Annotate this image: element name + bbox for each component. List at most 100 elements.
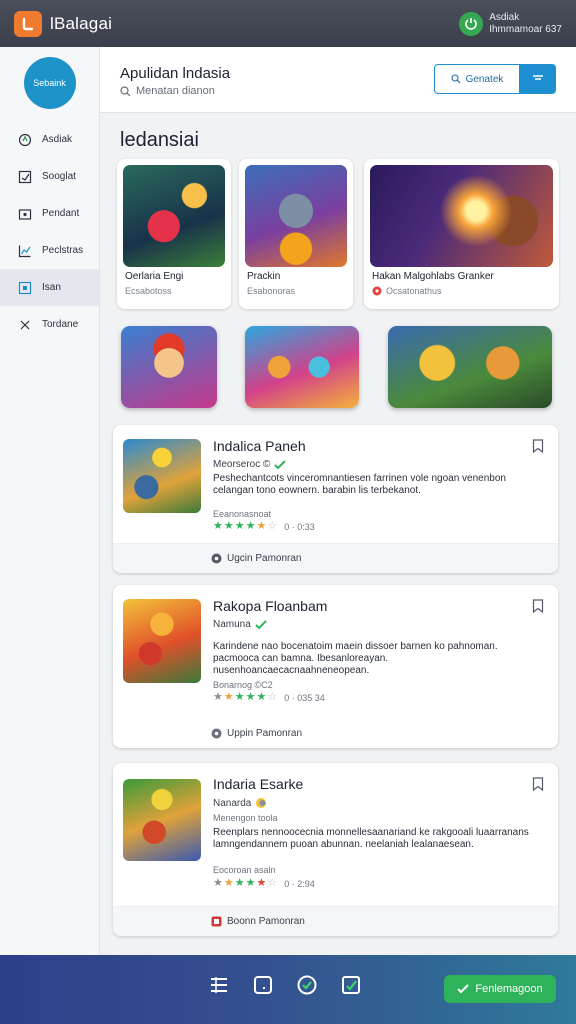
location-icon	[211, 728, 222, 738]
featured-tile[interactable]: Hakan Malgohlabs Granker Ocsatonathus	[364, 159, 559, 309]
game-artwork	[370, 165, 553, 267]
chart-icon	[18, 245, 31, 257]
game-artwork[interactable]	[121, 326, 217, 408]
footer-text: Uppin Pamonran	[227, 727, 303, 739]
tile-meta: Ocsatonathus	[372, 286, 442, 296]
search-hint-text: Menatan dianon	[136, 85, 215, 97]
search-icon	[451, 74, 460, 84]
card-footer[interactable]: Ugcin Pamonran	[113, 543, 558, 573]
sidebar-avatar[interactable]: Sebaink	[23, 57, 76, 109]
user-menu[interactable]: Asdiak Ihmmamoar 637	[459, 11, 562, 36]
tile-name: Prackin	[247, 271, 281, 282]
bottom-bar: Fenlemagoon	[0, 955, 576, 1024]
check-icon	[457, 984, 470, 994]
app-developer-text: Namuna	[213, 619, 251, 630]
grid-icon	[18, 281, 32, 294]
game-artwork	[123, 165, 225, 267]
app-rating: ★ ★ ★ ★ ★ ☆ 0 · 2:94	[213, 877, 315, 889]
section-title: ledansiai	[120, 129, 199, 151]
menu-icon	[533, 75, 543, 80]
app-thumbnail	[123, 439, 201, 513]
search-button[interactable]: Genatek	[434, 64, 520, 94]
game-artwork[interactable]	[388, 326, 552, 408]
edit-box-icon	[18, 170, 32, 183]
user-status-icon	[459, 11, 484, 36]
close-icon	[20, 320, 30, 329]
edit-check-icon[interactable]	[340, 974, 362, 996]
app-developer: Nanarda	[213, 797, 267, 809]
sidebar-item-peclstras[interactable]: Peclstras	[0, 232, 99, 269]
card-footer[interactable]: Uppin Pamonran	[113, 718, 558, 748]
tile-meta-text: Ocsatonathus	[386, 286, 442, 296]
app-tag: Menengon toola	[213, 813, 278, 823]
menu-button[interactable]	[520, 64, 556, 94]
sidebar-item-label: Asdiak	[42, 134, 73, 145]
verified-icon	[274, 459, 287, 469]
search-icon	[120, 85, 131, 96]
footer-text: Boonn Pamonran	[227, 916, 305, 927]
app-description: Reenplars nennoocecnia monnellesaanarian…	[213, 827, 529, 850]
rating-text: 0 · 2:94	[284, 878, 315, 889]
app-thumbnail	[123, 599, 201, 683]
app-tag: Eeanonasnoat	[213, 509, 272, 519]
search-hint[interactable]: Menatan dianon	[120, 85, 215, 97]
page-header: Apulidan lndasia Menatan dianon Genatek	[100, 47, 576, 113]
sidebar-item-asdiak[interactable]: Asdiak	[0, 121, 99, 158]
flag-icon	[211, 916, 222, 927]
app-developer: Namuna	[213, 619, 267, 630]
game-artwork[interactable]	[245, 326, 359, 408]
info-icon	[211, 553, 222, 564]
sidebar-item-sooglat[interactable]: Sooglat	[0, 158, 99, 195]
app-developer-text: Nanarda	[213, 797, 252, 809]
app-title: lBalagai	[50, 13, 113, 33]
sidebar-item-pendant[interactable]: Pendant	[0, 195, 99, 232]
tile-meta: Esabonoras	[247, 286, 296, 296]
app-description: Karindene nao bocenatoim maein dissoer b…	[213, 641, 498, 676]
sidebar-item-tordane[interactable]: Tordane	[0, 306, 99, 343]
window-icon[interactable]	[252, 974, 274, 996]
app-card[interactable]: Indaria Esarke Nanarda Menengon toola Re…	[113, 763, 558, 936]
app-card[interactable]: Rakopa Floanbam Namuna Karindene nao boc…	[113, 585, 558, 748]
app-developer-text: Meorseroc ©	[213, 459, 271, 470]
footer-text: Ugcin Pamonran	[227, 553, 302, 564]
page-title: Apulidan lndasia	[120, 65, 231, 82]
bookmark-icon[interactable]	[532, 777, 544, 796]
app-tag-secondary: Eocoroan asaln	[213, 865, 276, 875]
submit-button-label: Fenlemagoon	[475, 983, 543, 995]
app-card[interactable]: Indalica Paneh Meorseroc © Peshechantcot…	[113, 425, 558, 573]
submit-button[interactable]: Fenlemagoon	[444, 975, 556, 1003]
main-content: Apulidan lndasia Menatan dianon Genatek …	[100, 47, 576, 955]
user-name: Asdiak	[489, 11, 520, 23]
list-icon[interactable]	[208, 974, 230, 996]
app-title: Indaria Esarke	[213, 776, 304, 792]
app-title: Indalica Paneh	[213, 438, 306, 454]
tile-name: Hakan Malgohlabs Granker	[372, 271, 494, 282]
badge-icon	[256, 798, 267, 808]
app-description: Peshechantcots vinceromnantiesen farrine…	[213, 473, 506, 496]
app-developer: Meorseroc ©	[213, 459, 287, 470]
sidebar-item-isan[interactable]: Isan	[0, 269, 99, 306]
bookmark-icon[interactable]	[532, 599, 544, 618]
tile-name: Oerlaria Engi	[125, 271, 184, 282]
game-artwork	[245, 165, 347, 267]
app-logo-icon[interactable]	[14, 10, 42, 37]
sidebar: Sebaink Asdiak Sooglat Pendant Peclstras…	[0, 47, 100, 955]
app-rating: ★ ★ ★ ★ ★ ☆ 0 · 035 34	[213, 691, 325, 703]
app-rating: ★ ★ ★ ★ ★ ☆ 0 · 0:33	[213, 520, 315, 532]
featured-tile[interactable]: Oerlaria Engi Ecsabotoss	[117, 159, 231, 309]
verified-icon	[255, 619, 267, 629]
check-circle-icon[interactable]	[296, 974, 318, 996]
card-footer[interactable]: Boonn Pamonran	[113, 906, 558, 936]
app-title: Rakopa Floanbam	[213, 598, 328, 614]
rating-text: 0 · 035 34	[284, 692, 325, 703]
rating-text: 0 · 0:33	[284, 521, 315, 532]
featured-tile[interactable]: Prackin Esabonoras	[239, 159, 353, 309]
app-thumbnail	[123, 779, 201, 861]
sidebar-item-label: Pendant	[42, 208, 80, 219]
top-bar: lBalagai Asdiak Ihmmamoar 637	[0, 0, 576, 47]
user-id: Ihmmamoar 637	[489, 23, 562, 35]
folder-icon	[18, 208, 32, 220]
sidebar-item-label: Tordane	[42, 319, 79, 330]
search-button-label: Genatek	[465, 73, 504, 85]
bookmark-icon[interactable]	[532, 439, 544, 458]
